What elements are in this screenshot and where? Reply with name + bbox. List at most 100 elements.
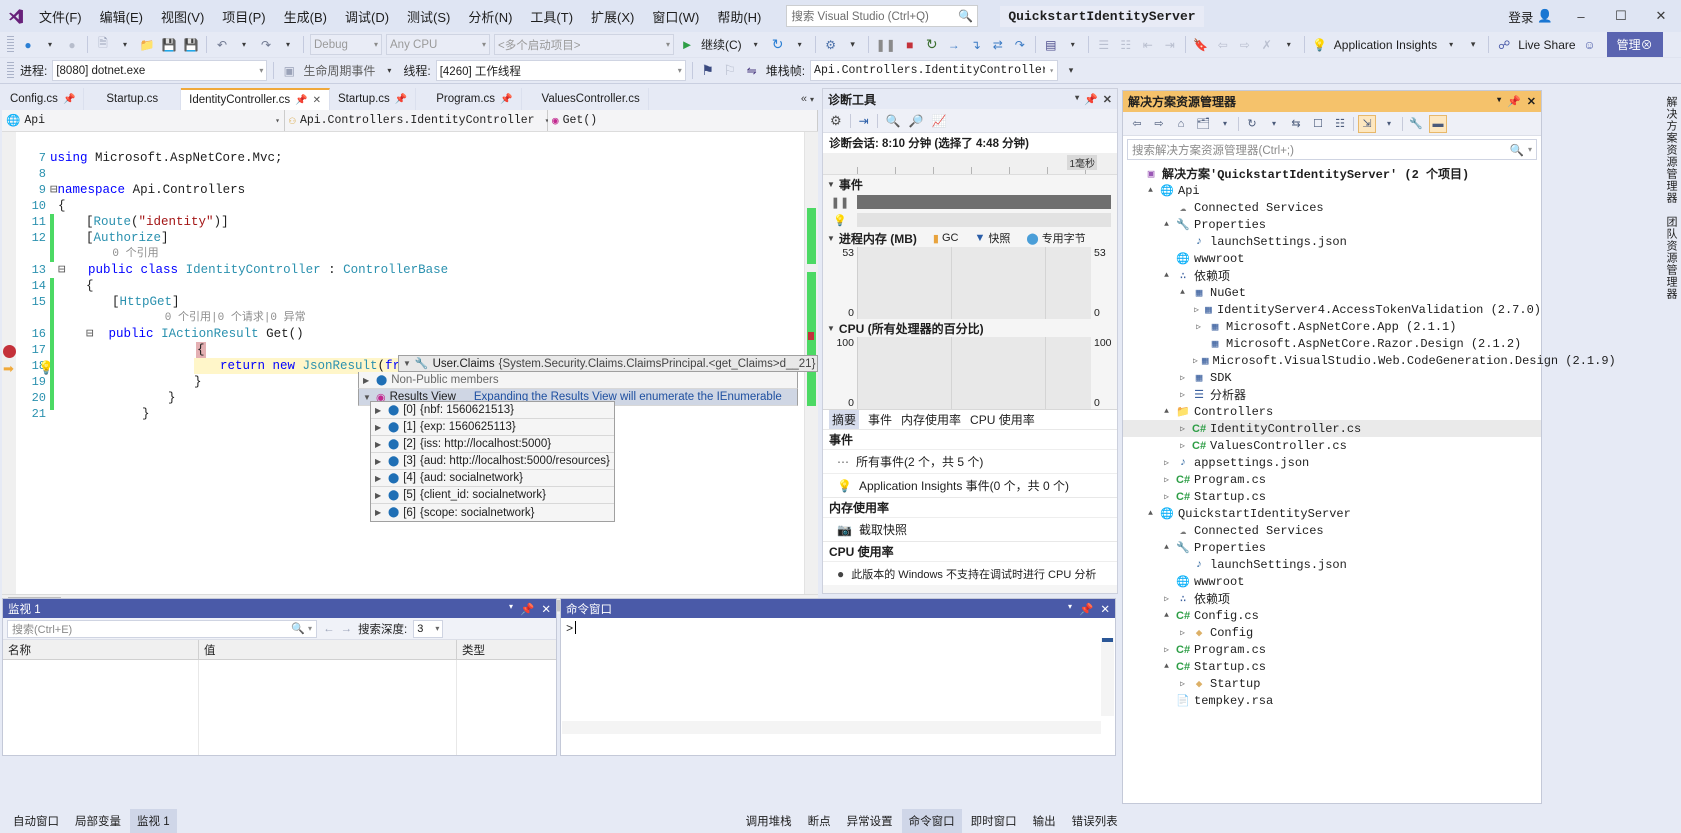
stop-debugging-icon[interactable]: ■ xyxy=(899,34,921,56)
diagnostic-detail-tabs[interactable]: 摘要 事件 内存使用率 CPU 使用率 xyxy=(823,409,1117,429)
pin-icon[interactable]: 📌 xyxy=(63,94,75,105)
expander-icon[interactable]: ▲ xyxy=(1161,543,1172,552)
tree-item[interactable]: ▦ Microsoft.AspNetCore.Razor.Design (2.1.… xyxy=(1123,335,1541,352)
all-events-item[interactable]: ⋯ 所有事件(2 个，共 5 个) xyxy=(823,449,1117,473)
expander-icon[interactable]: ▷ xyxy=(1161,594,1172,604)
manage-account-button[interactable]: 管理⊗ xyxy=(1606,32,1663,57)
minimize-button[interactable]: – xyxy=(1561,1,1601,32)
tree-item[interactable]: ▲ ▦ NuGet xyxy=(1123,284,1541,301)
back-icon[interactable]: ⇦ xyxy=(1128,115,1146,133)
attach-process-icon[interactable]: ⚙ xyxy=(820,34,842,56)
command-window-input[interactable]: > xyxy=(561,618,1115,735)
expander-icon[interactable]: ▲ xyxy=(1177,288,1188,297)
panel-controls[interactable]: ▾ 📌 ✕ xyxy=(509,602,551,616)
tab-program-cs[interactable]: Program.cs 📌 xyxy=(416,88,522,110)
app-insights-overflow-icon[interactable]: ▾ xyxy=(1462,34,1484,56)
watch-column-name[interactable]: 名称 xyxy=(3,640,199,659)
navigate-forward-icon[interactable]: ● xyxy=(61,34,83,56)
tree-item[interactable]: ▲ 🔧 Properties xyxy=(1123,216,1541,233)
expander-icon[interactable]: ▶ xyxy=(375,474,384,483)
expander-icon[interactable]: ▷ xyxy=(1177,390,1188,400)
datatip-results-list[interactable]: ▶ ⬤ [0] {nbf: 1560621513} ▶ ⬤ [1] {exp: … xyxy=(370,401,615,522)
expander-icon[interactable]: ▶ xyxy=(375,406,384,415)
flag-filter-icon[interactable]: ⚐ xyxy=(719,60,741,82)
tree-item[interactable]: ▷ ∴ 依赖项 xyxy=(1123,590,1541,607)
collapse-all-icon[interactable]: ☐ xyxy=(1309,115,1327,133)
datatip-item-row[interactable]: ▶ ⬤ [0] {nbf: 1560621513} xyxy=(371,402,614,419)
tab-locals[interactable]: 局部变量 xyxy=(68,809,128,833)
expander-icon[interactable]: ▷ xyxy=(1177,628,1188,638)
tab-events[interactable]: 事件 xyxy=(868,411,892,428)
expander-icon[interactable]: ▶ xyxy=(375,423,384,432)
solution-tree[interactable]: ▣ 解决方案'QuickstartIdentityServer' (2 个项目) ▲… xyxy=(1123,163,1616,709)
panel-controls[interactable]: ▾ 📌 ✕ xyxy=(1075,93,1112,106)
expander-icon[interactable]: ▷ xyxy=(1193,305,1200,315)
stackframe-combo[interactable]: Api.Controllers.IdentityController.Ge ▾ xyxy=(810,60,1059,81)
navigate-backward-icon[interactable]: ● xyxy=(17,34,39,56)
panel-menu-icon[interactable]: ▾ xyxy=(1497,95,1501,108)
tree-item[interactable]: ☁ Connected Services xyxy=(1123,522,1541,539)
memory-graph[interactable]: 53 0 53 0 xyxy=(823,247,1117,319)
expander-icon[interactable]: ▶ xyxy=(375,491,384,500)
preview-selected-items-icon[interactable]: ▬ xyxy=(1429,114,1447,133)
expander-icon[interactable]: ▲ xyxy=(1161,407,1172,416)
step-over-icon[interactable]: ⇄ xyxy=(987,34,1009,56)
lifecycle-events-icon[interactable]: ▣ xyxy=(278,60,300,82)
flag-icon[interactable]: ⚑ xyxy=(697,60,719,82)
tree-item[interactable]: ▷ C# Program.cs xyxy=(1123,641,1541,658)
main-menu[interactable]: 文件(F) 编辑(E) 视图(V) 项目(P) 生成(B) 调试(D) 测试(S… xyxy=(30,0,770,32)
redo-dropdown-icon[interactable]: ▾ xyxy=(277,34,299,56)
cpu-section-header[interactable]: ▼ CPU (所有处理器的百分比) xyxy=(823,319,1117,337)
pin-icon[interactable]: 📌 xyxy=(1507,95,1521,108)
watch-rows-area[interactable] xyxy=(3,660,556,755)
intellitrace-dropdown-icon[interactable]: ▾ xyxy=(1062,34,1084,56)
solution-platform-combo[interactable]: Any CPU ▾ xyxy=(386,34,490,55)
tree-item[interactable]: ▷ ▦ Microsoft.VisualStudio.Web.CodeGenerat… xyxy=(1123,352,1616,369)
zoom-reset-icon[interactable]: 📈 xyxy=(932,114,947,128)
intellitrace-icon[interactable]: ▤ xyxy=(1040,34,1062,56)
tab-memory-usage[interactable]: 内存使用率 xyxy=(901,411,961,428)
pending-changes-icon[interactable]: 🗂 xyxy=(1194,115,1212,133)
watch-column-type[interactable]: 类型 xyxy=(457,640,556,659)
menu-build[interactable]: 生成(B) xyxy=(275,3,336,30)
new-project-dropdown-icon[interactable]: ▾ xyxy=(114,34,136,56)
expander-icon[interactable]: ▲ xyxy=(1145,509,1156,518)
tree-item[interactable]: 🌐 wwwroot xyxy=(1123,573,1541,590)
open-file-icon[interactable]: 📁 xyxy=(136,34,158,56)
menu-file[interactable]: 文件(F) xyxy=(30,3,91,30)
tab-cpu-usage[interactable]: CPU 使用率 xyxy=(970,411,1035,428)
uncomment-icon[interactable]: ☷ xyxy=(1115,34,1137,56)
step-out-icon[interactable]: ↷ xyxy=(1009,34,1031,56)
cpu-plot-area[interactable] xyxy=(857,337,1091,409)
save-all-icon[interactable]: 💾 xyxy=(180,34,202,56)
feedback-icon[interactable]: ☺ xyxy=(1579,34,1601,56)
lifecycle-dropdown-icon[interactable]: ▾ xyxy=(378,60,400,82)
tree-item[interactable]: ▲ C# Config.cs xyxy=(1123,607,1541,624)
expander-icon[interactable]: ▲ xyxy=(1161,662,1172,671)
increase-indent-icon[interactable]: ⇥ xyxy=(1159,34,1181,56)
chevron-down-icon[interactable]: ▾ xyxy=(1524,145,1532,154)
menu-window[interactable]: 窗口(W) xyxy=(643,3,708,30)
zoom-out-icon[interactable]: 🔎 xyxy=(909,114,924,128)
pin-icon[interactable]: 📌 xyxy=(395,94,407,105)
tab-overflow-icon[interactable]: « xyxy=(801,93,807,105)
tab-immediate-window[interactable]: 即时窗口 xyxy=(964,809,1024,833)
restart-icon[interactable]: ↻ xyxy=(767,34,789,56)
break-event-track[interactable] xyxy=(857,195,1111,209)
close-icon[interactable]: ✕ xyxy=(1100,602,1110,616)
menu-analyze[interactable]: 分析(N) xyxy=(459,3,521,30)
datatip-item-row[interactable]: ▶ ⬤ [4] {aud: socialnetwork} xyxy=(371,470,614,487)
datatip-item-row[interactable]: ▶ ⬤ [3] {aud: http://localhost:5000/reso… xyxy=(371,453,614,470)
search-depth-combo[interactable]: 3 ▾ xyxy=(413,619,444,638)
expander-icon[interactable]: ▷ xyxy=(1161,492,1172,502)
nav-project-combo[interactable]: 🌐 Api ▾ xyxy=(2,110,285,131)
live-share-button[interactable]: Live Share xyxy=(1515,38,1578,52)
menu-tools[interactable]: 工具(T) xyxy=(521,3,582,30)
expander-icon[interactable]: ▷ xyxy=(1161,458,1172,468)
toolbar-overflow-icon[interactable]: ▾ xyxy=(842,34,864,56)
editor-indicator-margin[interactable]: ➡ xyxy=(2,132,16,594)
expander-icon[interactable]: ▲ xyxy=(1145,186,1156,195)
application-insights-button[interactable]: Application Insights xyxy=(1331,38,1440,52)
maximize-button[interactable]: ☐ xyxy=(1601,1,1641,32)
tree-item[interactable]: ☁ Connected Services xyxy=(1123,199,1541,216)
